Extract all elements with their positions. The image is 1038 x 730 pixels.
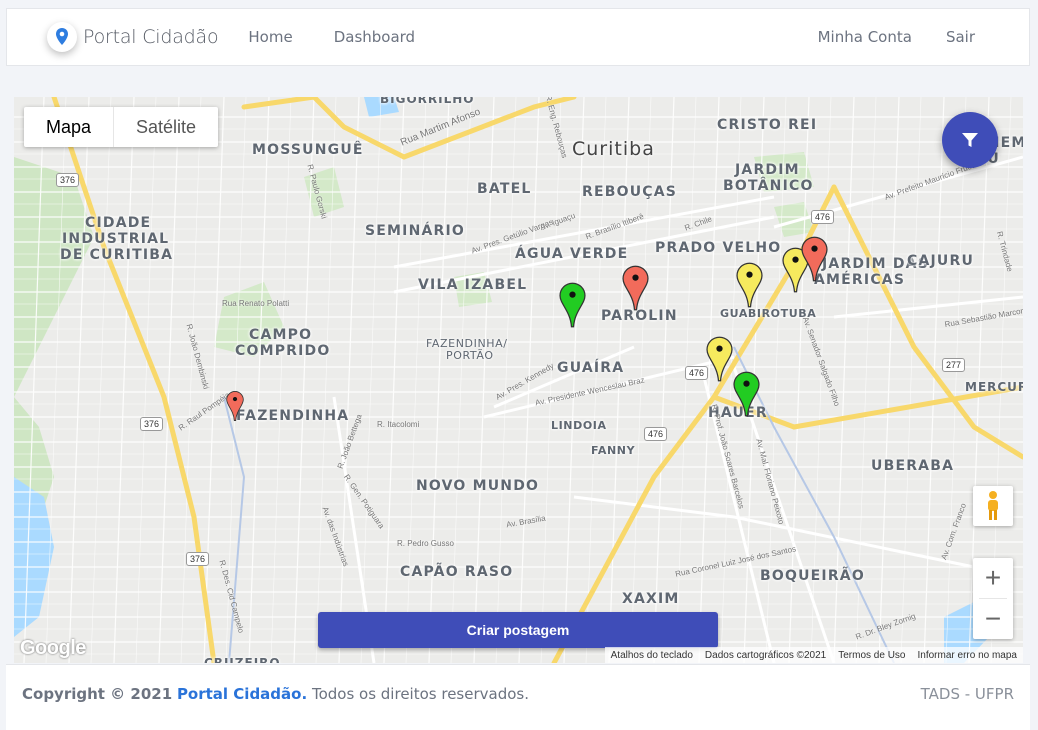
footer-right-text: TADS - UFPR (920, 685, 1014, 703)
label-bigorrilho: BIGORRILHO (380, 97, 475, 106)
filter-icon (962, 133, 978, 147)
label-portao: PORTÃO (446, 349, 494, 362)
label-seminario: SEMINÁRIO (365, 223, 466, 239)
zoom-out-button[interactable]: − (973, 599, 1013, 639)
top-navbar: Portal Cidadão Home Dashboard Minha Cont… (6, 8, 1030, 66)
report-error-link[interactable]: Informar erro no mapa (918, 650, 1018, 661)
highway-shield: 476 (644, 427, 668, 441)
marker-red[interactable] (622, 265, 649, 311)
label-cidade: CIDADE (85, 215, 152, 231)
nav-dashboard-link[interactable]: Dashboard (328, 28, 415, 46)
keyboard-shortcuts-link[interactable]: Atalhos do teclado (611, 650, 693, 661)
street-view-button[interactable] (973, 486, 1013, 526)
highway-shield: 376 (140, 417, 164, 431)
map-attribution: Atalhos do teclado Dados cartográficos ©… (604, 647, 1023, 663)
highway-shield: 376 (56, 173, 80, 187)
label-cruzeiro: CRUZEIRO (204, 656, 281, 663)
label-novo-mundo: NOVO MUNDO (416, 478, 540, 494)
label-xaxim: XAXIM (622, 591, 680, 607)
label-reboucas: REBOUÇAS (582, 184, 678, 200)
label-cristo-rei: CRISTO REI (717, 117, 818, 133)
marker-red[interactable] (226, 390, 244, 422)
street-renato-polatti: Rua Renato Polatti (222, 299, 290, 308)
zoom-control: + − (973, 558, 1013, 639)
label-lindoia: LINDOIA (551, 419, 607, 432)
highway-shield: 476 (685, 366, 709, 380)
nav-home-link[interactable]: Home (242, 28, 292, 46)
brand-name: Portal Cidadão (83, 26, 219, 48)
label-capao-raso: CAPÃO RASO (400, 564, 514, 580)
map-data-text: Dados cartográficos ©2021 (704, 649, 827, 661)
footer-copyright: Copyright © 2021 Portal Cidadão. Todos o… (22, 685, 529, 703)
label-comprido: COMPRIDO (235, 343, 331, 359)
label-agua-verde: ÁGUA VERDE (515, 246, 629, 262)
label-jardim: JARDIM (735, 162, 800, 178)
map-type-map-button[interactable]: Mapa (24, 107, 113, 147)
label-mercuri: MERCURI (965, 380, 1023, 394)
label-city-curitiba: Curitiba (572, 138, 655, 160)
google-logo: Google (20, 637, 86, 659)
copyright-prefix: Copyright © 2021 (22, 685, 173, 703)
highway-shield: 277 (942, 358, 966, 372)
marker-green[interactable] (559, 282, 586, 328)
label-mossungue: MOSSUNGUÊ (252, 142, 364, 158)
terms-link[interactable]: Termos de Uso (838, 650, 905, 661)
nav-logout-link[interactable]: Sair (946, 28, 975, 46)
highway-shield: 476 (811, 210, 835, 224)
label-fazendinha: FAZENDINHA (236, 408, 350, 424)
footer: Copyright © 2021 Portal Cidadão. Todos o… (6, 664, 1030, 730)
marker-green[interactable] (733, 371, 760, 417)
label-vila-izabel: VILA IZABEL (418, 277, 528, 293)
nav-account-link[interactable]: Minha Conta (818, 28, 912, 46)
label-cajuru: CAJURU (907, 253, 975, 269)
create-post-button[interactable]: Criar postagem (318, 612, 718, 648)
rights-text: Todos os direitos reservados. (311, 685, 529, 703)
brand[interactable]: Portal Cidadão (47, 22, 219, 52)
map-type-satellite-button[interactable]: Satélite (114, 107, 218, 147)
footer-brand-link[interactable]: Portal Cidadão. (177, 685, 307, 703)
marker-yellow[interactable] (736, 262, 763, 308)
label-uberaba: UBERABA (871, 458, 955, 474)
pegman-icon (988, 491, 998, 520)
map-type-control: Mapa Satélite (24, 107, 219, 147)
label-de-curitiba: DE CURITIBA (60, 247, 174, 263)
label-campo: CAMPO (249, 327, 313, 343)
location-pin-logo-icon (47, 22, 77, 52)
label-guaira: GUAÍRA (557, 360, 625, 376)
label-batel: BATEL (477, 181, 532, 197)
map-canvas[interactable]: BIGORRILHO CRISTO REI MOSSUNGUÊ Curitiba… (14, 97, 1023, 663)
label-fanny: FANNY (591, 444, 636, 457)
label-botanico: BOTÂNICO (723, 178, 814, 194)
label-industrial: INDUSTRIAL (62, 231, 170, 247)
label-boqueirao: BOQUEIRÃO (760, 568, 865, 584)
filter-button[interactable] (942, 112, 998, 168)
street-itacolomi: R. Itacolomi (377, 420, 420, 429)
marker-red[interactable] (801, 236, 828, 282)
zoom-in-button[interactable]: + (973, 558, 1013, 598)
highway-shield: 376 (186, 552, 210, 566)
street-pedro-gusso: R. Pedro Gusso (397, 539, 454, 548)
marker-yellow[interactable] (706, 336, 733, 382)
label-prado-velho: PRADO VELHO (655, 240, 782, 256)
